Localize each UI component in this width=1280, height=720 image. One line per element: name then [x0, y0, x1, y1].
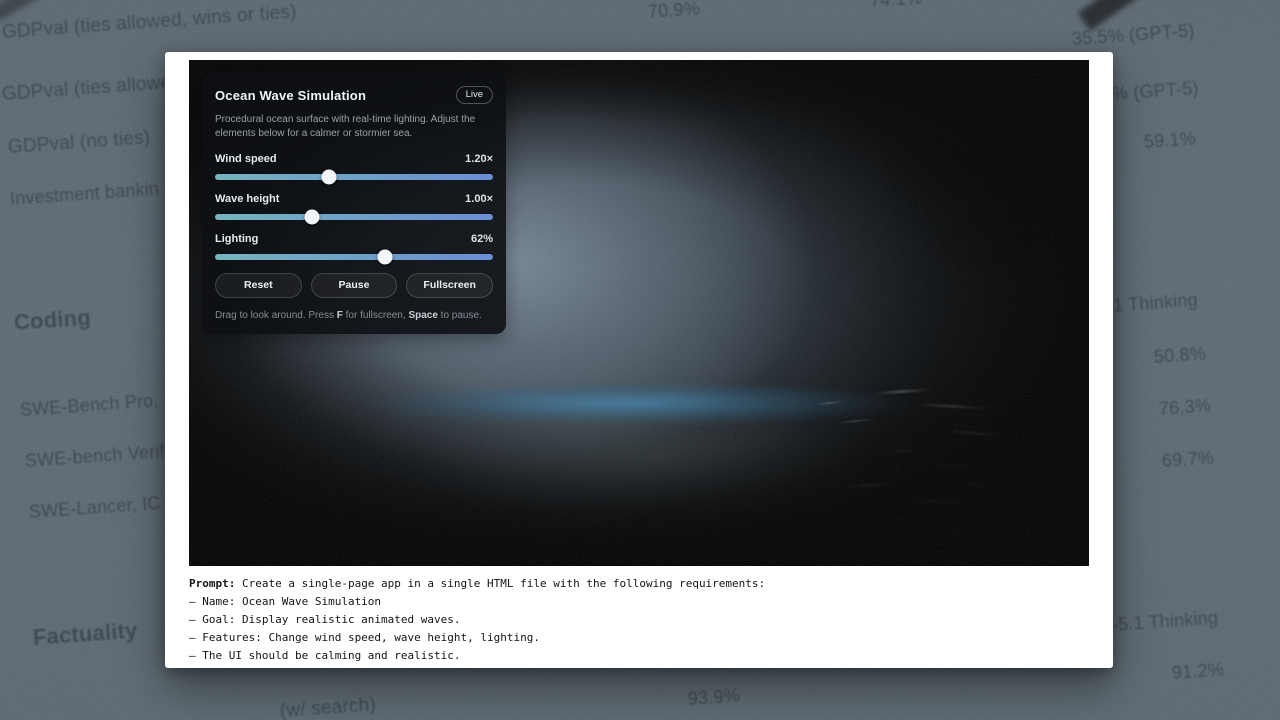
wind-speed-label: Wind speed — [215, 153, 277, 165]
bg-label-pct-76-3: 76.3% — [1158, 395, 1211, 420]
panel-hint: Drag to look around. Press F for fullscr… — [215, 310, 493, 321]
lighting-label: Lighting — [215, 233, 258, 245]
bg-label-swe-bench-pro: SWE-Bench Pro, — [19, 390, 159, 421]
bg-label-pct-70-9: 70.9% — [647, 0, 700, 23]
slider-wind-speed: Wind speed 1.20× — [215, 153, 493, 180]
bg-label-gdpval-ties: GDPval (ties allowe — [1, 72, 172, 106]
panel-description: Procedural ocean surface with real-time … — [215, 113, 485, 141]
bg-label-w-search: (w/ search) — [279, 694, 376, 720]
control-panel: Ocean Wave Simulation Live Procedural oc… — [202, 73, 506, 334]
bg-label-factuality: Factuality — [32, 618, 138, 651]
lighting-slider-track[interactable] — [215, 254, 493, 260]
fullscreen-button[interactable]: Fullscreen — [406, 273, 493, 298]
bg-label-pct-91-2: 91.2% — [1171, 659, 1224, 684]
bg-label-pct-50-8: 50.8% — [1153, 343, 1206, 368]
slider-wave-height: Wave height 1.00× — [215, 193, 493, 220]
wind-speed-slider-thumb[interactable] — [321, 169, 336, 184]
bg-label-pct-93-9: 93.9% — [687, 685, 740, 710]
bg-label-swe-lancer: SWE-Lancer, IC S — [28, 492, 178, 523]
ocean-viewport[interactable]: Ocean Wave Simulation Live Procedural oc… — [189, 60, 1089, 566]
bg-label-investment: Investment bankin — [9, 179, 160, 210]
bg-label-thinking-5-1: -5.1 Thinking — [1111, 608, 1219, 636]
bg-label-pct-gpt5: % (GPT-5) — [1111, 78, 1199, 105]
prompt-text: Prompt: Create a single-page app in a si… — [189, 575, 1089, 665]
prompt-intro-line: Prompt: Create a single-page app in a si… — [189, 575, 1089, 593]
bg-label-pct-69-7: 69.7% — [1161, 447, 1214, 472]
prompt-requirement: – Name: Ocean Wave Simulation — [189, 593, 1089, 611]
pause-button[interactable]: Pause — [311, 273, 398, 298]
prompt-label: Prompt: — [189, 577, 235, 590]
slider-lighting: Lighting 62% — [215, 233, 493, 260]
bg-label-thinking-1: .1 Thinking — [1107, 290, 1198, 317]
demo-card: Ocean Wave Simulation Live Procedural oc… — [165, 52, 1113, 668]
bg-label-swe-verified: SWE-bench Verif — [24, 441, 165, 472]
wave-height-slider-track[interactable] — [215, 214, 493, 220]
prompt-requirement: – Features: Change wind speed, wave heig… — [189, 629, 1089, 647]
bg-label-pct-74-1: 74.1% — [869, 0, 922, 12]
wave-height-label: Wave height — [215, 193, 279, 205]
prompt-requirement: – The UI should be calming and realistic… — [189, 647, 1089, 665]
reset-button[interactable]: Reset — [215, 273, 302, 298]
bg-label-coding: Coding — [13, 305, 92, 336]
bg-label-gdpval-no-ties: GDPval (no ties) — [7, 127, 151, 159]
wave-height-slider-thumb[interactable] — [305, 209, 320, 224]
lighting-slider-thumb[interactable] — [377, 249, 392, 264]
bg-label-pct-59-1: 59.1% — [1143, 128, 1196, 153]
wind-speed-value: 1.20× — [465, 153, 493, 165]
panel-title: Ocean Wave Simulation — [215, 88, 366, 103]
bg-label-gdpval-ties-wins: GDPval (ties allowed, wins or ties) — [1, 1, 297, 44]
wave-height-value: 1.00× — [465, 193, 493, 205]
lighting-value: 62% — [471, 233, 493, 245]
prompt-requirement: – Goal: Display realistic animated waves… — [189, 611, 1089, 629]
live-badge: Live — [456, 86, 493, 104]
wind-speed-slider-track[interactable] — [215, 174, 493, 180]
